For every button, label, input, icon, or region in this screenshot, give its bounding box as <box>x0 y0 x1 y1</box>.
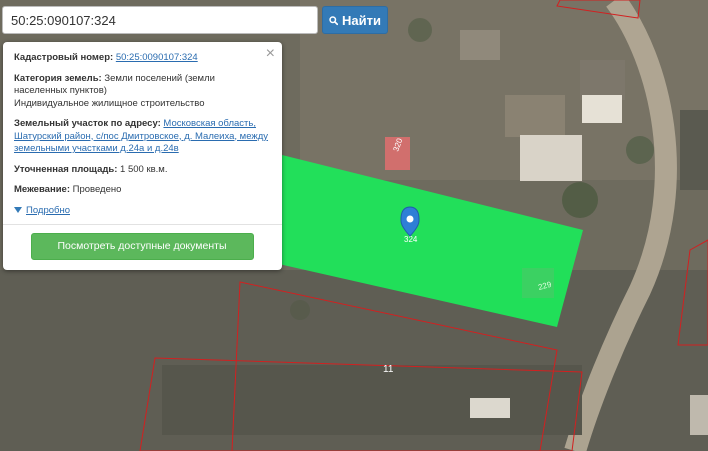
divider <box>3 223 282 225</box>
details-link[interactable]: Подробно <box>26 205 70 216</box>
search-button[interactable]: Найти <box>322 6 388 34</box>
cadastral-number-row: Кадастровый номер: 50:25:0090107:324 <box>14 52 270 65</box>
address-label: Земельный участок по адресу: <box>14 118 161 129</box>
survey-row: Межевание: Проведено <box>14 184 270 197</box>
view-documents-button[interactable]: Посмотреть доступные документы <box>30 232 254 260</box>
caret-down-icon <box>14 207 22 213</box>
parcel-info-panel: × Кадастровый номер: 50:25:0090107:324 К… <box>3 42 282 270</box>
land-usage-value: Индивидуальное жилищное строительство <box>14 97 205 109</box>
land-category-label: Категория земель: <box>14 72 102 84</box>
search-icon <box>329 15 339 25</box>
cadastral-number-label: Кадастровый номер: <box>14 52 114 63</box>
details-toggle[interactable]: Подробно <box>14 205 270 216</box>
cadastral-number-link[interactable]: 50:25:0090107:324 <box>116 52 198 63</box>
area-row: Уточненная площадь: 1 500 кв.м. <box>14 164 270 177</box>
plot-label-selected: 324 <box>404 235 418 244</box>
area-value: 1 500 кв.м. <box>120 163 168 175</box>
plot-label-lower: 11 <box>383 364 394 375</box>
close-icon[interactable]: × <box>266 45 275 63</box>
survey-label: Межевание: <box>14 184 70 195</box>
search-input[interactable] <box>3 7 317 33</box>
area-label: Уточненная площадь: <box>14 163 118 175</box>
survey-value: Проведено <box>72 184 122 195</box>
search-box <box>2 6 318 34</box>
land-category-row: Категория земель: Земли поселений (земли… <box>14 73 270 111</box>
search-button-label: Найти <box>342 12 381 28</box>
address-row: Земельный участок по адресу: Московская … <box>14 118 270 156</box>
